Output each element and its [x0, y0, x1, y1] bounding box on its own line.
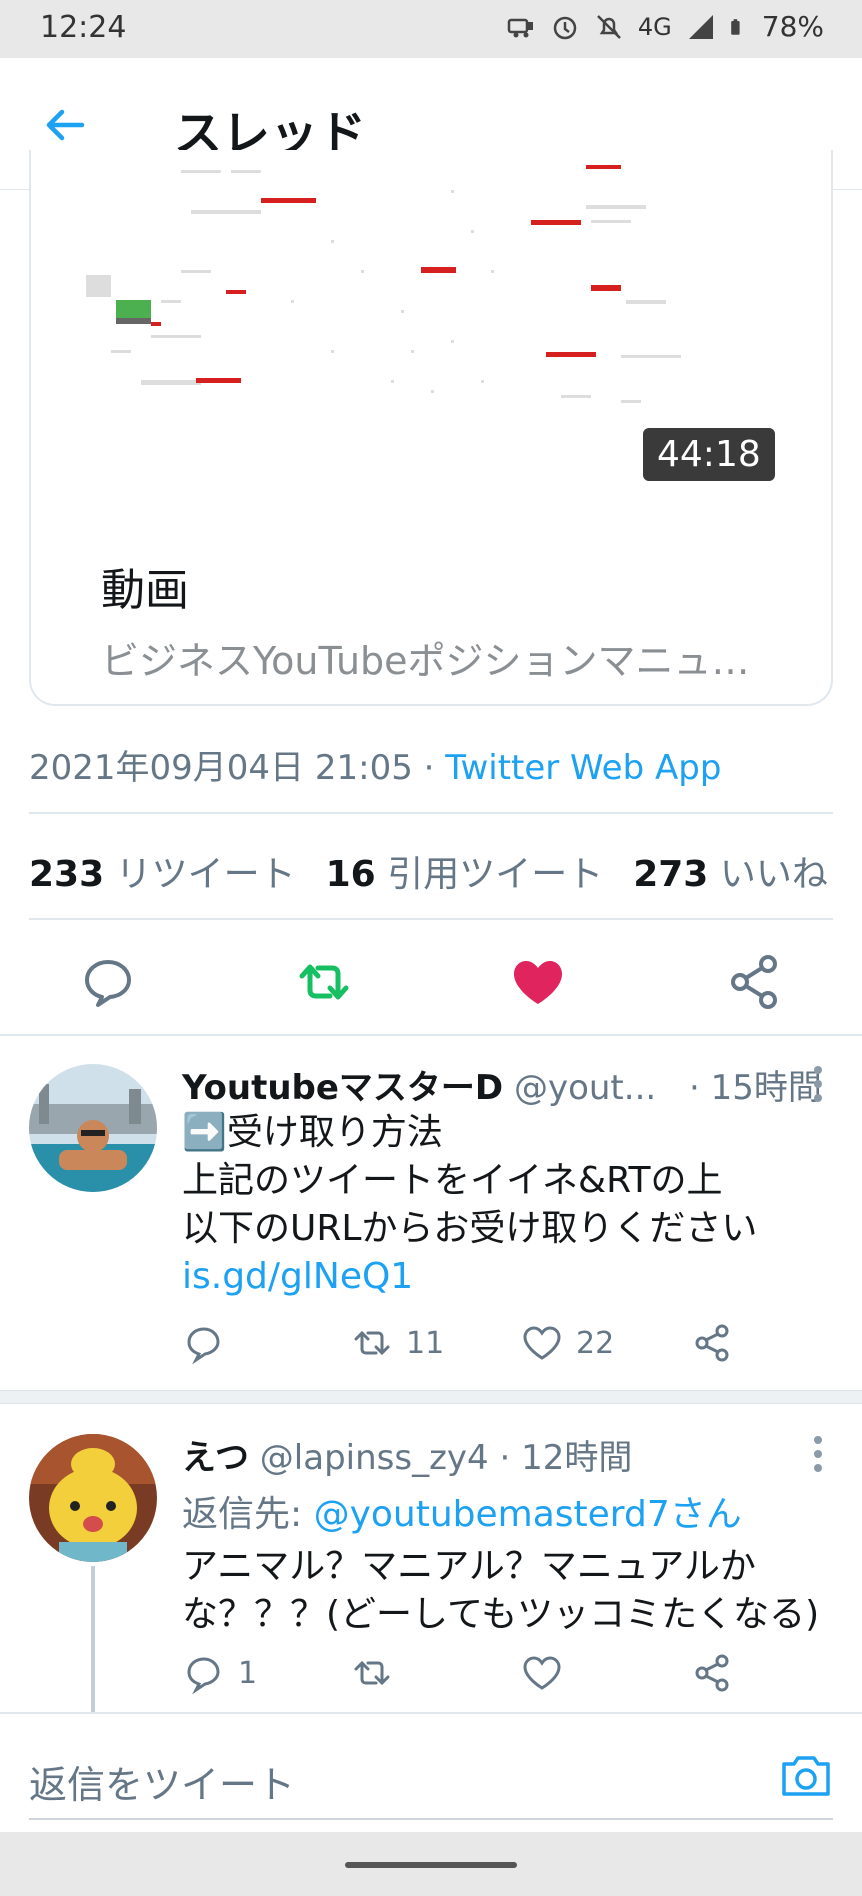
reply-to-handle[interactable]: @youtubemasterd7さん — [314, 1494, 742, 1535]
author-handle[interactable]: @lapinss_zy4 — [260, 1438, 489, 1478]
tweet-link[interactable]: is.gd/glNeQ1 — [182, 1253, 832, 1301]
status-bar: 12:24 4G 78% — [0, 0, 862, 58]
tweet-line: 上記のツイートをイイネ&RTの上 — [182, 1160, 723, 1201]
tweet-meta: 2021年09月04日 21:05 · Twitter Web App — [29, 740, 721, 789]
like-filled-icon[interactable] — [506, 950, 570, 1014]
reply-to-prefix: 返信先: — [182, 1494, 314, 1535]
status-time: 12:24 — [40, 10, 127, 45]
dashcam-icon — [507, 18, 533, 37]
share-icon[interactable] — [722, 950, 786, 1014]
tweet-text: アニマル？マニアル？マニュアルか な？？？(どーしてもツッコミたくなる) — [182, 1543, 832, 1639]
arrow-left-icon[interactable] — [42, 102, 88, 148]
author-name[interactable]: えつ — [182, 1438, 249, 1478]
share-button[interactable] — [690, 1648, 734, 1698]
more-options-icon[interactable] — [812, 1064, 824, 1104]
more-options-icon[interactable] — [812, 1434, 824, 1474]
reply-icon — [187, 1657, 220, 1695]
home-gesture-handle[interactable] — [345, 1862, 517, 1868]
reply-actions: 11 22 — [182, 1318, 742, 1368]
share-button[interactable] — [690, 1318, 734, 1368]
tweet-time: · 12時間 — [499, 1438, 633, 1478]
reply-input[interactable]: 返信をツイート — [29, 1754, 295, 1809]
meta-separator: · — [423, 748, 435, 788]
thread-line — [91, 1566, 95, 1712]
avatar[interactable] — [29, 1064, 157, 1192]
like-button[interactable] — [520, 1648, 564, 1698]
likes-stat[interactable]: 273 いいね — [633, 845, 828, 897]
retweet-icon — [354, 1660, 390, 1686]
camera-icon[interactable] — [780, 1750, 832, 1800]
heart-icon — [523, 1656, 561, 1690]
author-handle[interactable]: @yout... — [514, 1068, 656, 1108]
input-underline — [29, 1818, 833, 1820]
retweet-count: 11 — [406, 1325, 445, 1361]
retweets-label: リツイート — [115, 854, 296, 895]
likes-count: 273 — [633, 854, 709, 895]
reply-button[interactable]: 1 — [182, 1648, 257, 1698]
source-app-link[interactable]: Twitter Web App — [445, 748, 721, 788]
divider — [29, 918, 833, 920]
quotes-stat[interactable]: 16 引用ツイート — [326, 845, 604, 897]
share-icon — [695, 1654, 729, 1692]
system-nav-bar — [0, 1832, 862, 1896]
divider — [0, 1034, 862, 1036]
retweet-icon — [354, 1330, 390, 1356]
alarm-icon — [553, 16, 577, 39]
card-description: ビジネスYouTubeポジションマニュ… — [101, 639, 750, 683]
quotes-count: 16 — [325, 854, 376, 895]
like-count: 22 — [576, 1325, 615, 1361]
tweet-datetime: 2021年09月04日 21:05 — [29, 748, 413, 788]
tweet-line: な？？？(どーしてもツッコミたくなる) — [182, 1594, 820, 1635]
video-duration: 44:18 — [643, 428, 775, 481]
reply-icon[interactable] — [76, 950, 140, 1014]
reply-button[interactable] — [182, 1318, 226, 1368]
card-title: 動画 — [101, 565, 189, 616]
author-name[interactable]: YoutubeマスターD — [182, 1068, 503, 1108]
tweet-line: アニマル？マニアル？マニュアルか — [182, 1546, 756, 1587]
tweet-time: · 15時間 — [689, 1068, 822, 1108]
reply-icon — [187, 1327, 220, 1365]
retweet-button[interactable] — [350, 1648, 394, 1698]
retweet-button[interactable]: 11 — [350, 1318, 444, 1368]
reply-compose-bar[interactable]: 返信をツイート — [0, 1712, 862, 1832]
heart-icon — [523, 1326, 561, 1360]
network-type: 4G — [637, 12, 672, 41]
retweet-icon[interactable] — [292, 950, 356, 1014]
link-card[interactable]: 44:18 動画 ビジネスYouTubeポジションマニュ… — [29, 150, 833, 706]
quotes-label: 引用ツイート — [387, 854, 604, 895]
tweet-line: ➡️受け取り方法 — [182, 1112, 443, 1153]
section-gap — [0, 1390, 862, 1404]
comment-count: 1 — [238, 1655, 258, 1691]
like-button[interactable]: 22 — [520, 1318, 614, 1368]
reply-actions: 1 — [182, 1648, 742, 1698]
bell-off-icon — [597, 14, 621, 39]
tweet-text: ➡️受け取り方法 上記のツイートをイイネ&RTの上 以下のURLからお受け取りく… — [182, 1109, 832, 1301]
divider — [29, 812, 833, 814]
retweets-count: 233 — [29, 854, 105, 895]
battery-icon — [730, 18, 740, 35]
share-icon — [695, 1324, 729, 1362]
battery-percent: 78% — [761, 10, 824, 43]
tweet-line: 以下のURLからお受け取りください — [182, 1208, 758, 1249]
tweet-stats: 233 リツイート 16 引用ツイート 273 いいね — [29, 845, 828, 897]
avatar[interactable] — [29, 1434, 157, 1562]
retweets-stat[interactable]: 233 リツイート — [29, 845, 296, 897]
tweet-actions — [0, 940, 862, 1030]
signal-icon — [688, 14, 713, 39]
likes-label: いいね — [719, 854, 828, 895]
